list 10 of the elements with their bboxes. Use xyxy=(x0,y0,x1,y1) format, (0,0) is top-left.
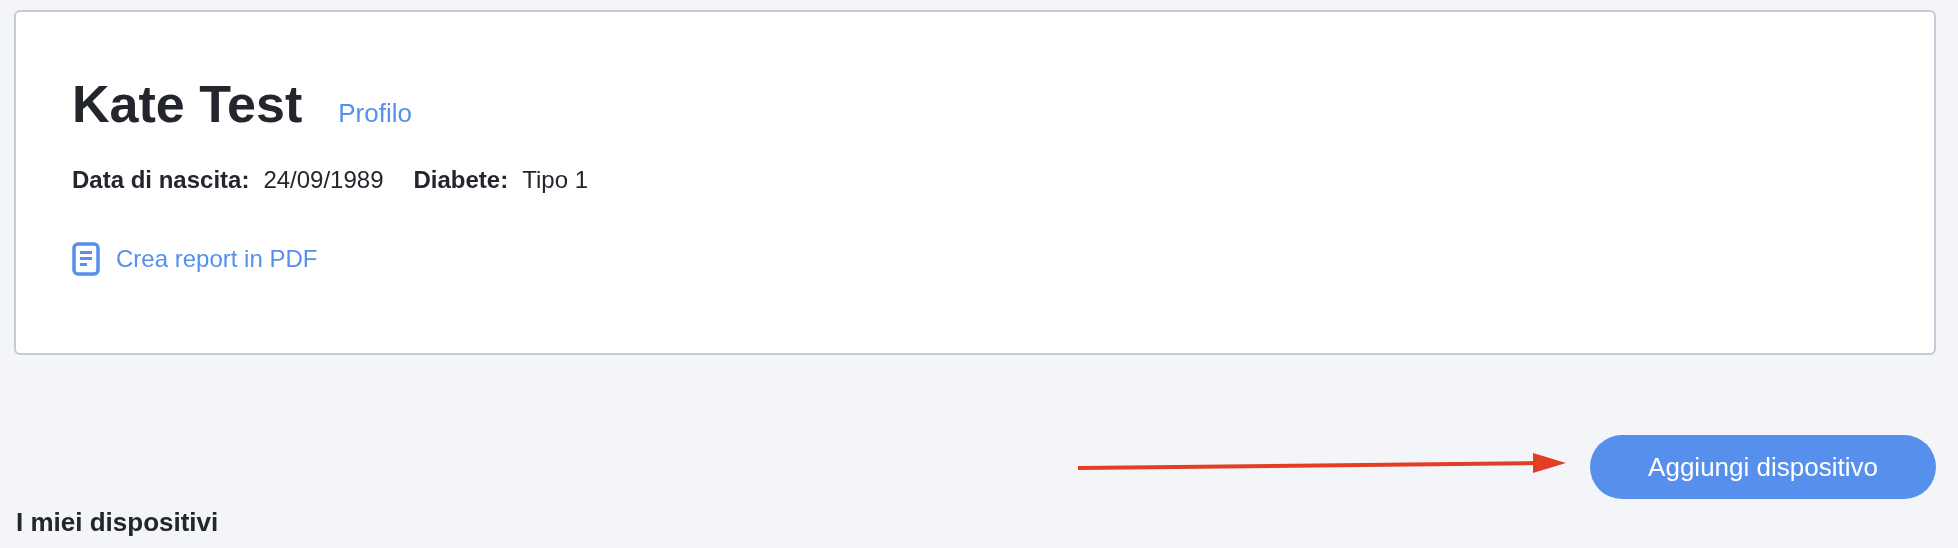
add-device-button[interactable]: Aggiungi dispositivo xyxy=(1590,435,1936,499)
detail-value: Tipo 1 xyxy=(522,166,588,194)
report-link[interactable]: Crea report in PDF xyxy=(116,245,318,273)
patient-name: Kate Test xyxy=(72,74,303,135)
section-title: I miei dispositivi xyxy=(16,507,220,538)
detail-value: 24/09/1989 xyxy=(263,166,384,194)
detail-label: Diabete: xyxy=(413,166,509,194)
document-icon[interactable] xyxy=(72,242,100,276)
detail-label: Data di nascita: xyxy=(72,166,250,194)
profile-link[interactable]: Profilo xyxy=(338,98,412,129)
